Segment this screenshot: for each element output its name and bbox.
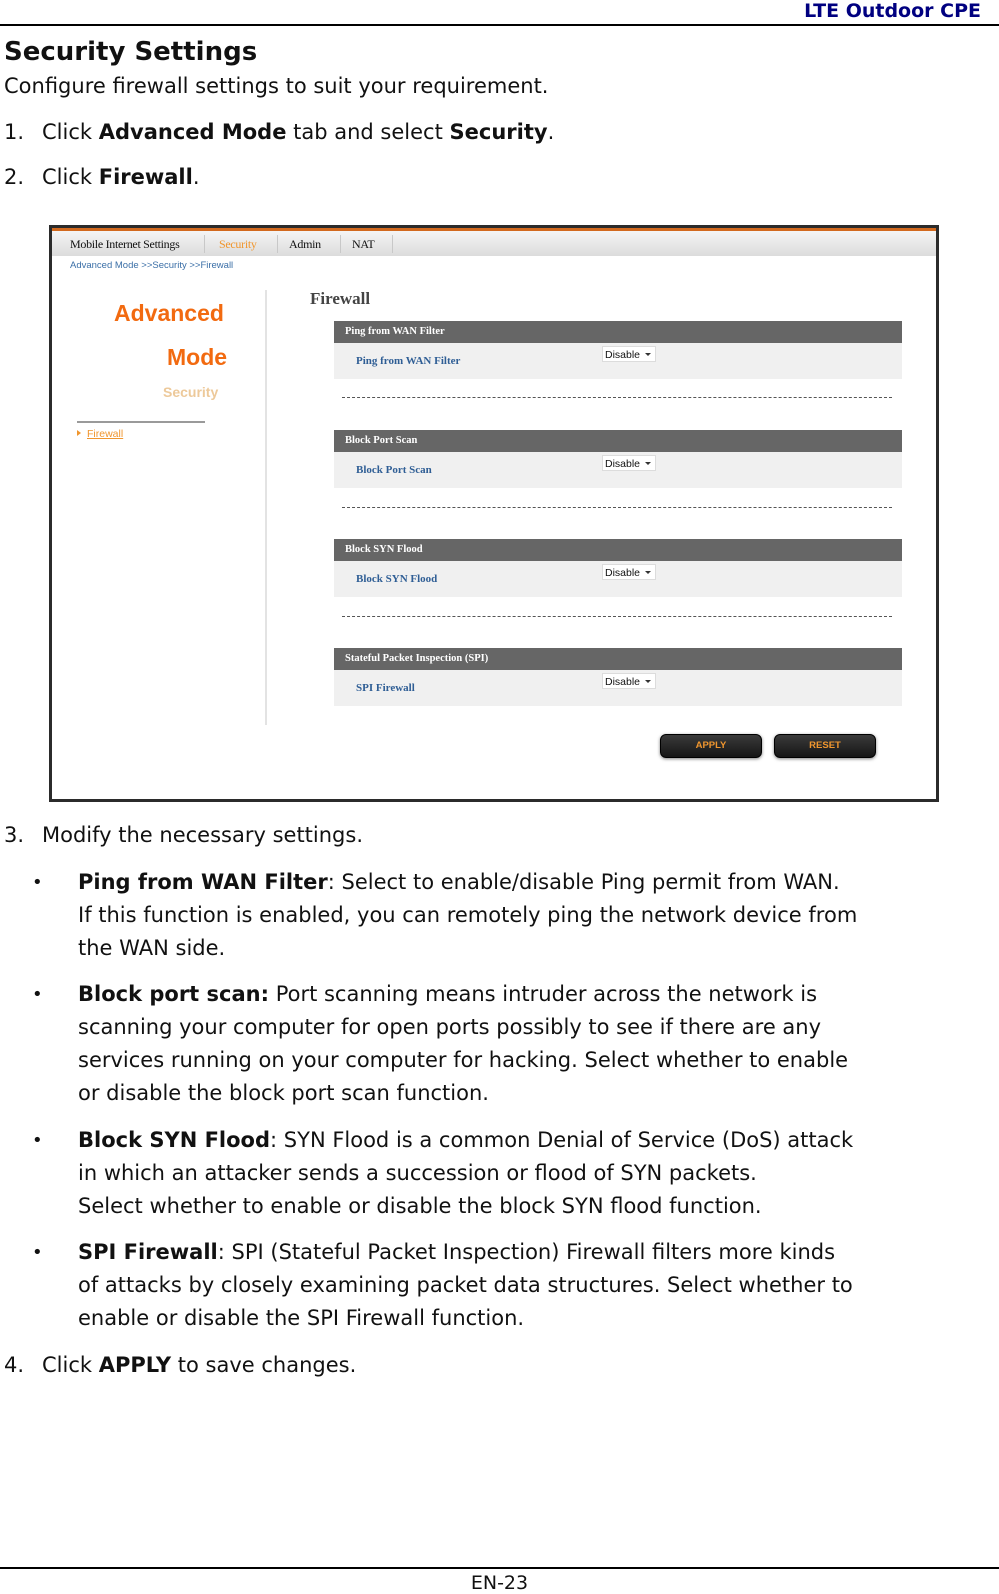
footer-rule — [0, 1567, 999, 1569]
tab-divider — [392, 235, 393, 253]
sidebar-item-firewall[interactable]: Firewall — [77, 428, 123, 440]
bullet-block-syn-flood: Block SYN Flood: SYN Flood is a common D… — [32, 1124, 978, 1223]
chevron-down-icon — [645, 680, 651, 683]
section-spi: Stateful Packet Inspection (SPI) SPI Fir… — [334, 648, 902, 706]
breadcrumb: Advanced Mode >>Security >>Firewall — [70, 260, 234, 271]
firewall-screenshot: Mobile Internet Settings Security Admin … — [49, 225, 939, 802]
block-syn-flood-select[interactable]: Disable — [602, 564, 656, 580]
tab-bar: Mobile Internet Settings Security Admin … — [52, 231, 936, 256]
header-rule — [0, 24, 999, 26]
block-port-scan-select[interactable]: Disable — [602, 455, 656, 471]
dashed-divider — [342, 507, 892, 508]
arrow-right-icon — [77, 430, 81, 436]
intro-text: Configure firewall settings to suit your… — [4, 74, 549, 98]
section-title: Security Settings — [4, 37, 258, 67]
tab-nat[interactable]: NAT — [352, 237, 375, 252]
section-header: Block SYN Flood — [334, 539, 902, 561]
ping-from-wan-select[interactable]: Disable — [602, 346, 656, 362]
chevron-down-icon — [645, 462, 651, 465]
bullet-ping-from-wan: Ping from WAN Filter: Select to enable/d… — [32, 866, 978, 965]
field-label: Block Port Scan — [356, 464, 432, 476]
bullet-spi-firewall: SPI Firewall: SPI (Stateful Packet Inspe… — [32, 1236, 978, 1335]
vertical-divider — [265, 290, 267, 725]
section-ping-from-wan: Ping from WAN Filter Ping from WAN Filte… — [334, 321, 902, 379]
tab-divider — [204, 235, 205, 253]
spi-firewall-select[interactable]: Disable — [602, 673, 656, 689]
tab-mobile-internet-settings[interactable]: Mobile Internet Settings — [70, 237, 180, 252]
page-number: EN-23 — [470, 1572, 529, 1594]
page-title: Firewall — [310, 289, 371, 308]
section-header: Stateful Packet Inspection (SPI) — [334, 648, 902, 670]
sidebar-title: Advanced — [114, 300, 224, 326]
section-header: Block Port Scan — [334, 430, 902, 452]
sidebar-subtitle: Security — [163, 384, 219, 400]
section-block-port-scan: Block Port Scan Block Port Scan Disable — [334, 430, 902, 488]
section-header: Ping from WAN Filter — [334, 321, 902, 343]
field-label: SPI Firewall — [356, 682, 415, 694]
dashed-divider — [342, 397, 892, 398]
field-label: Ping from WAN Filter — [356, 355, 461, 367]
sidebar-divider — [77, 421, 205, 423]
step-1: 1. Click Advanced Mode tab and select Sec… — [4, 120, 555, 144]
chevron-down-icon — [645, 571, 651, 574]
tab-divider — [340, 235, 341, 253]
chevron-down-icon — [645, 353, 651, 356]
step-2: 2. Click Firewall. — [4, 165, 200, 189]
step-3: 3. Modify the necessary settings. — [4, 823, 363, 847]
field-label: Block SYN Flood — [356, 573, 438, 585]
tab-security[interactable]: Security — [219, 237, 257, 252]
apply-button[interactable]: APPLY — [660, 734, 762, 758]
dashed-divider — [342, 616, 892, 617]
tab-divider — [277, 235, 278, 253]
step-4: 4. Click APPLY to save changes. — [4, 1353, 357, 1377]
running-header: LTE Outdoor CPE — [804, 0, 981, 22]
section-block-syn-flood: Block SYN Flood Block SYN Flood Disable — [334, 539, 902, 597]
tab-admin[interactable]: Admin — [289, 237, 321, 252]
sidebar-title-mode: Mode — [167, 344, 228, 370]
reset-button[interactable]: RESET — [774, 734, 876, 758]
bullet-block-port-scan: Block port scan: Port scanning means int… — [32, 978, 978, 1110]
